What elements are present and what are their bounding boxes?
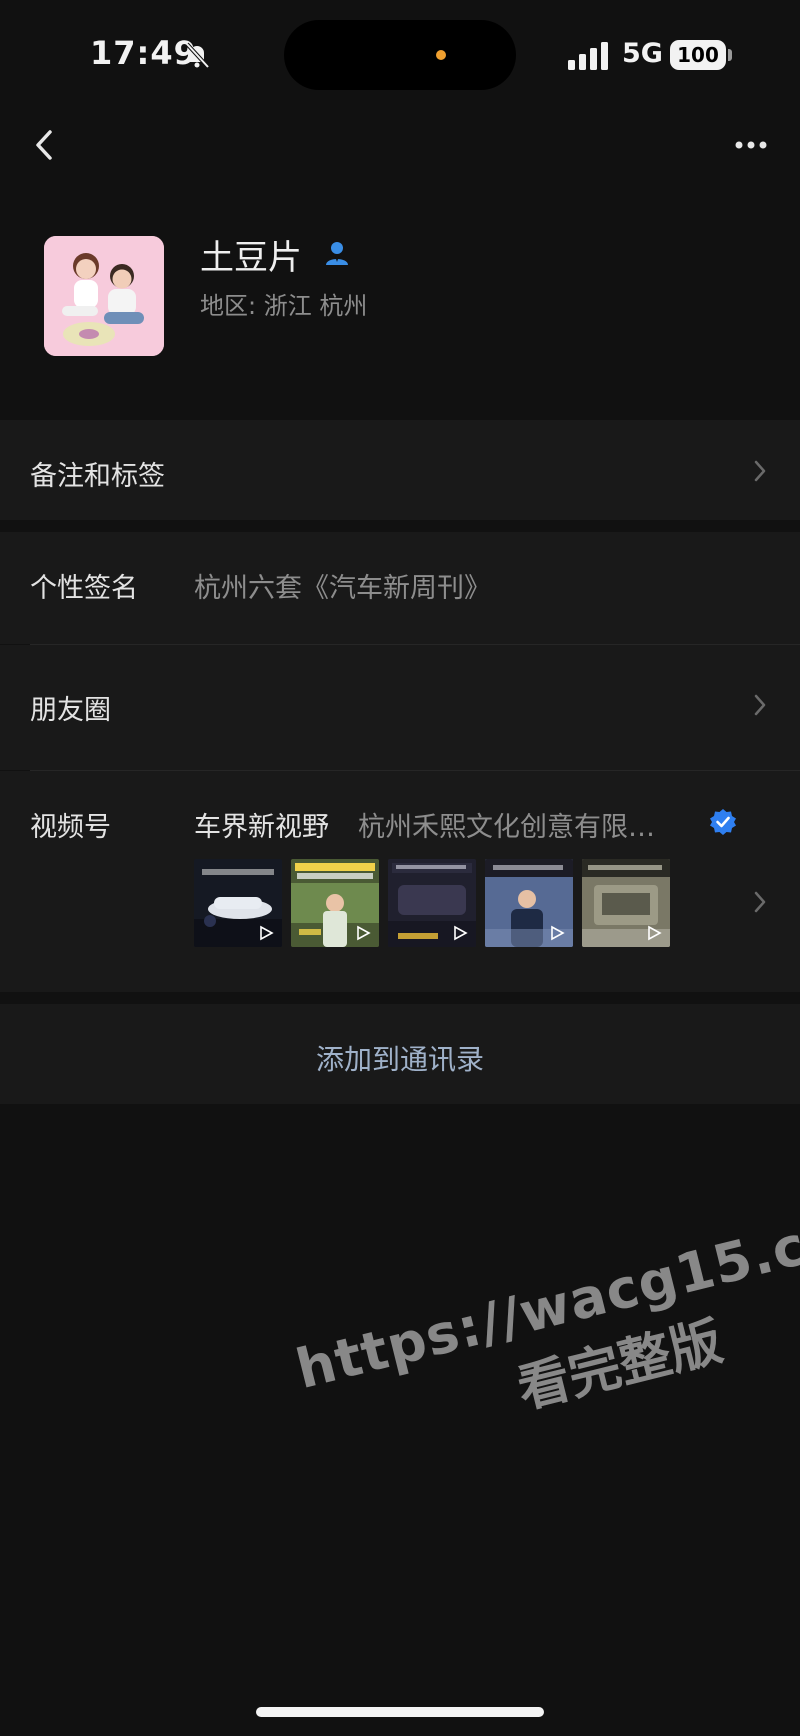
- profile-header: 土豆片 地区: 浙江 杭州: [0, 180, 800, 420]
- remark-tags-row[interactable]: 备注和标签: [0, 420, 800, 520]
- more-horizontal-icon[interactable]: [728, 122, 774, 168]
- channel-video-thumbnails: [194, 859, 674, 947]
- play-icon: [551, 925, 565, 941]
- section-divider: [0, 520, 800, 532]
- moments-row[interactable]: 朋友圈: [0, 645, 800, 770]
- signature-label: 个性签名: [30, 573, 138, 604]
- section-divider: [0, 992, 800, 1004]
- nav-bar: [0, 110, 800, 180]
- video-thumbnail[interactable]: [485, 859, 573, 947]
- add-to-contacts-button[interactable]: 添加到通讯录: [0, 1004, 800, 1104]
- video-thumbnail[interactable]: [194, 859, 282, 947]
- bell-off-icon: [185, 42, 210, 69]
- video-thumbnail[interactable]: [388, 859, 476, 947]
- cellular-signal-icon: [568, 42, 608, 70]
- signature-value: 杭州六套《汽车新周刊》: [194, 573, 491, 604]
- channels-label: 视频号: [30, 812, 111, 843]
- channel-organization: 杭州禾熙文化创意有限…: [358, 812, 655, 843]
- video-thumbnail[interactable]: [291, 859, 379, 947]
- chevron-right-icon: [754, 694, 766, 716]
- battery-icon: 100: [670, 40, 726, 70]
- privacy-indicator-dot: [436, 50, 446, 60]
- verified-badge-icon: [710, 809, 736, 835]
- chevron-left-icon[interactable]: [22, 122, 68, 168]
- play-icon: [454, 925, 468, 941]
- contact-name: 土豆片: [200, 238, 302, 278]
- dynamic-island: [284, 20, 516, 90]
- moments-label: 朋友圈: [30, 695, 111, 726]
- network-type: 5G: [622, 38, 663, 69]
- remark-tags-label: 备注和标签: [30, 461, 165, 492]
- battery-cap: [728, 49, 732, 61]
- contact-region: 地区: 浙江 杭州: [200, 292, 368, 320]
- watermark: https://wacg15.com 看完整版: [290, 1191, 800, 1421]
- chevron-right-icon: [754, 891, 766, 913]
- home-indicator[interactable]: [256, 1707, 544, 1717]
- contact-profile-screen: 17:49 5G 100 土豆片 地区: 浙江 杭州 备注和标签 个性签名 杭州…: [0, 0, 800, 1736]
- status-time: 17:49: [90, 34, 197, 72]
- video-thumbnail[interactable]: [582, 859, 670, 947]
- add-to-contacts-label: 添加到通讯录: [315, 1043, 484, 1076]
- signature-row: 个性签名 杭州六套《汽车新周刊》: [0, 532, 800, 644]
- chevron-right-icon: [754, 460, 766, 482]
- contact-person-icon: [326, 242, 348, 265]
- play-icon: [648, 925, 662, 941]
- play-icon: [357, 925, 371, 941]
- status-bar: 17:49 5G 100: [0, 0, 800, 110]
- avatar[interactable]: [44, 236, 164, 356]
- channels-row[interactable]: 视频号 车界新视野 杭州禾熙文化创意有限…: [0, 771, 800, 992]
- play-icon: [260, 925, 274, 941]
- avatar-image: [44, 236, 164, 356]
- channel-name: 车界新视野: [194, 812, 329, 843]
